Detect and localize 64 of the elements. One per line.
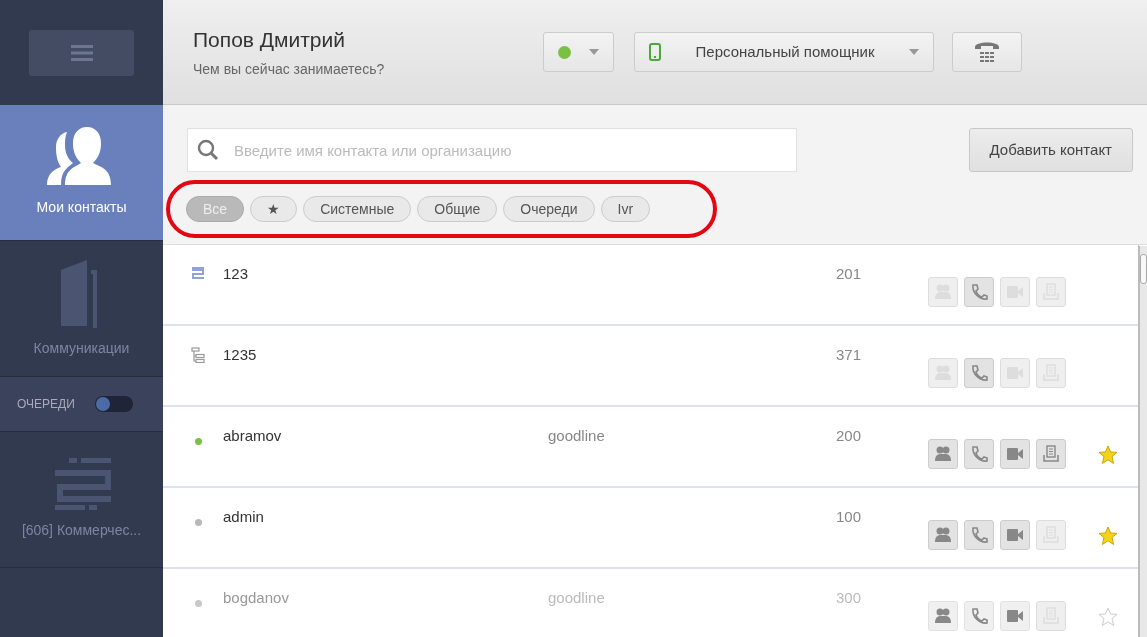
conference-icon: [934, 445, 952, 463]
filter-chip[interactable]: Общие: [417, 196, 498, 222]
action-button[interactable]: [964, 520, 994, 550]
filter-chip[interactable]: ★: [250, 196, 298, 222]
sidebar-item[interactable]: Мои контакты: [0, 105, 163, 241]
phone-icon: [970, 607, 988, 625]
dialpad-button[interactable]: [952, 32, 1022, 72]
queue-icon: [191, 266, 205, 280]
queue-toggle[interactable]: [94, 396, 133, 412]
star-icon[interactable]: [1098, 526, 1118, 547]
action-button[interactable]: [964, 277, 994, 307]
action-button[interactable]: [928, 601, 958, 631]
video-camera-icon: [1006, 445, 1024, 463]
menu-button[interactable]: [29, 29, 134, 76]
phone-icon: [970, 283, 988, 301]
star-icon[interactable]: [1098, 607, 1118, 628]
action-button[interactable]: [964, 439, 994, 469]
add-contact-button[interactable]: Добавить контакт: [968, 128, 1133, 172]
action-button[interactable]: [1036, 439, 1066, 469]
filter-chip[interactable]: Ivr: [600, 196, 651, 222]
presence-dropdown[interactable]: [543, 32, 614, 72]
video-camera-icon: [1006, 607, 1024, 625]
action-button[interactable]: [964, 601, 994, 631]
desk-phone-icon: [974, 41, 1000, 63]
action-button[interactable]: [1000, 601, 1030, 631]
conference-icon: [934, 526, 952, 544]
phone-icon: [970, 526, 988, 544]
contact-name[interactable]: 1235: [223, 346, 257, 363]
toggle-label: ОЧЕРЕДИ: [17, 396, 75, 413]
search-field[interactable]: Введите имя контакта или организацию: [187, 128, 797, 172]
action-button[interactable]: [928, 520, 958, 550]
extension-number: 300: [836, 589, 862, 606]
extension-number: 200: [836, 427, 862, 444]
phone-icon: [970, 364, 988, 382]
caret-icon: [589, 49, 599, 55]
conference-icon: [934, 607, 952, 625]
queue-icon: [52, 458, 111, 510]
video-camera-icon: [1006, 526, 1024, 544]
contact-name[interactable]: abramov: [223, 427, 282, 444]
caret-icon: [909, 49, 919, 55]
extension-number: 100: [836, 508, 862, 525]
contact-name[interactable]: admin: [223, 508, 264, 525]
status-prompt[interactable]: Чем вы сейчас занимаетесь?: [193, 59, 523, 81]
extension-number: 371: [836, 346, 862, 363]
menu-icon: [70, 44, 93, 61]
contact-name[interactable]: 123: [223, 265, 249, 282]
user-name: Попов Дмитрий: [193, 26, 346, 53]
action-button[interactable]: [1000, 439, 1030, 469]
filter-chip[interactable]: Очереди: [503, 196, 595, 222]
star-icon[interactable]: [1098, 445, 1118, 466]
extension-number: 201: [836, 265, 862, 282]
phone-icon: [970, 445, 988, 463]
action-button[interactable]: [928, 439, 958, 469]
tree-icon: [191, 347, 205, 363]
mobile-phone-icon: [649, 43, 661, 61]
scrollbar[interactable]: [1139, 246, 1147, 637]
action-button[interactable]: [964, 358, 994, 388]
organization-name: goodline: [548, 427, 605, 444]
action-button[interactable]: [1000, 520, 1030, 550]
fax-icon: [1042, 445, 1060, 463]
assistant-dropdown[interactable]: Персональный помощник: [634, 32, 934, 72]
search-icon: [197, 139, 219, 161]
filter-chip[interactable]: Системные: [303, 196, 412, 222]
organization-name: goodline: [548, 589, 605, 606]
